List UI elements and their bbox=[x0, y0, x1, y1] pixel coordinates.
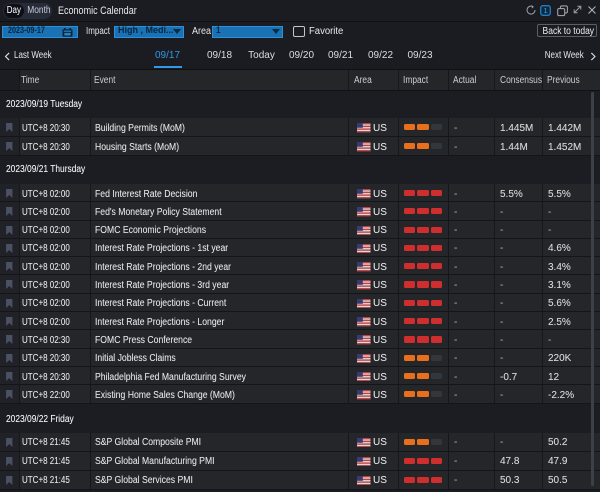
svg-text:1: 1 bbox=[544, 6, 548, 15]
